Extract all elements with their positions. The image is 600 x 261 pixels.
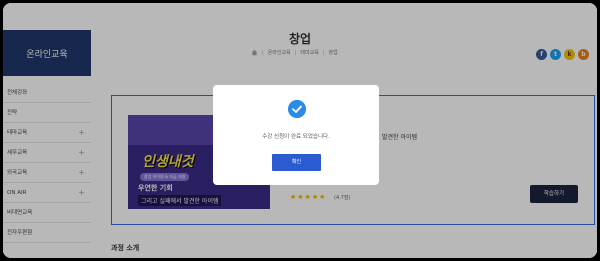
confirm-dialog: 수강 신청이 완료 되었습니다. 확인 — [213, 85, 379, 185]
browser-frame: 창업 | 온라인교육 | 테마교육 | 창업 f t k b 온라인교육 전체강… — [3, 3, 597, 258]
dialog-message: 수강 신청이 완료 되었습니다. — [262, 134, 330, 140]
ok-button[interactable]: 확인 — [272, 154, 321, 171]
check-circle-icon — [288, 100, 306, 118]
